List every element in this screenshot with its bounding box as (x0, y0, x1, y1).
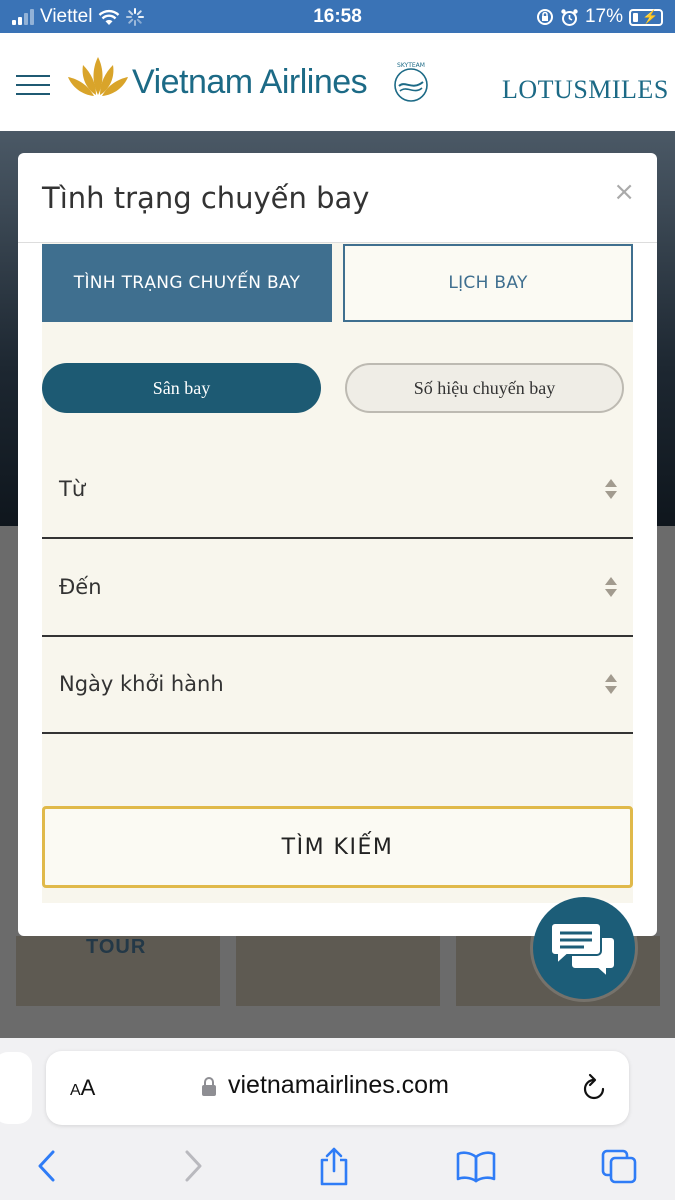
departure-date-label: Ngày khởi hành (59, 672, 224, 696)
chat-button[interactable] (533, 897, 635, 999)
tour-card-label: TOUR (86, 936, 147, 958)
forward-button[interactable] (170, 1146, 216, 1186)
select-arrows-icon (605, 479, 617, 499)
chevron-right-icon (185, 1150, 202, 1182)
lotus-logo-icon[interactable] (66, 55, 130, 99)
browser-bar: AA vietnamairlines.com (0, 1038, 675, 1200)
flight-number-mode-button[interactable]: Số hiệu chuyến bay (345, 363, 624, 413)
skyteam-label: SKYTEAM (397, 62, 425, 69)
site-header: Vietnam Airlines SKYTEAM LOTUSMILES (0, 33, 675, 131)
select-arrows-icon (605, 577, 617, 597)
menu-icon[interactable] (16, 75, 50, 95)
skyteam-logo-icon: SKYTEAM (394, 62, 428, 102)
tabs-icon (601, 1149, 637, 1184)
tabs-button[interactable] (596, 1146, 642, 1186)
status-bar: Viettel 16:58 17% ⚡ (0, 0, 675, 33)
text-size-label: A (70, 1082, 81, 1099)
share-icon (320, 1147, 348, 1186)
chat-icon (551, 922, 616, 979)
share-button[interactable] (311, 1146, 357, 1186)
tab-flight-schedule[interactable]: LỊCH BAY (343, 244, 633, 322)
back-button[interactable] (24, 1146, 70, 1186)
airport-mode-button[interactable]: Sân bay (42, 363, 321, 413)
lotusmiles-logo[interactable]: LOTUSMILES (502, 75, 669, 105)
departure-date-select[interactable]: Ngày khởi hành (42, 638, 633, 734)
close-icon[interactable]: × (613, 177, 635, 207)
battery-icon: ⚡ (629, 8, 663, 26)
address-bar[interactable]: AA vietnamairlines.com (46, 1051, 629, 1125)
reload-icon[interactable] (581, 1073, 607, 1101)
bookmarks-button[interactable] (453, 1146, 499, 1186)
status-right: 17% ⚡ (536, 6, 663, 28)
select-arrows-icon (605, 674, 617, 694)
modal-title: Tình trạng chuyến bay (42, 181, 370, 215)
text-size-button[interactable]: AA (70, 1075, 95, 1101)
flight-status-modal: Tình trạng chuyến bay × TÌNH TRẠNG CHUYẾ… (18, 153, 657, 936)
tour-card: TOUR (16, 936, 220, 1006)
to-select[interactable]: Đến (42, 541, 633, 637)
rotation-lock-icon (536, 9, 553, 25)
search-button[interactable]: TÌM KIẾM (42, 806, 633, 888)
book-icon (456, 1151, 496, 1183)
url-text[interactable]: vietnamairlines.com (228, 1071, 449, 1100)
lock-icon (202, 1077, 216, 1097)
battery-percentage: 17% (584, 6, 623, 27)
brand-wordmark: Vietnam Airlines (132, 63, 368, 101)
chevron-left-icon (38, 1150, 55, 1182)
tab-flight-status[interactable]: TÌNH TRẠNG CHUYẾN BAY (42, 244, 332, 322)
alarm-icon (561, 8, 578, 26)
to-label: Đến (59, 575, 102, 599)
modal-body: TÌNH TRẠNG CHUYẾN BAY LỊCH BAY Sân bay S… (42, 243, 633, 903)
promo-card (236, 936, 440, 1006)
from-select[interactable]: Từ (42, 443, 633, 539)
previous-tab-preview[interactable] (0, 1052, 32, 1124)
from-label: Từ (59, 477, 86, 501)
